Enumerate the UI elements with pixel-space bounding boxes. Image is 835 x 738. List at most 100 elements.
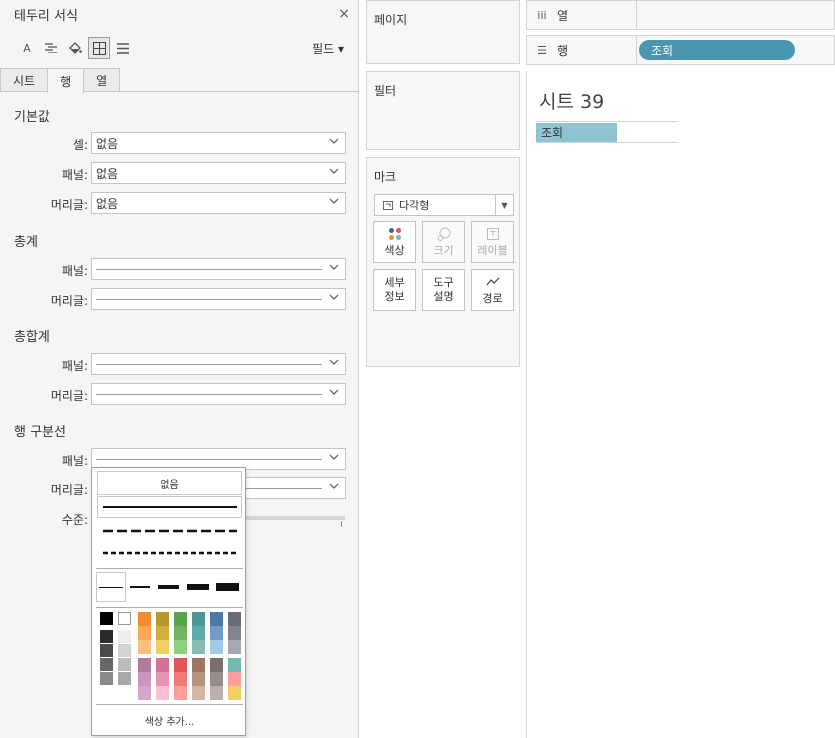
color-swatch-bottom-0-1[interactable] [138, 672, 151, 686]
dotted-line-sample [102, 551, 237, 555]
font-format-button[interactable]: A [16, 37, 38, 59]
size-button[interactable]: 크기 [422, 221, 465, 263]
detail-button[interactable]: 세부 정보 [373, 269, 416, 311]
color-swatch-bottom-0-0[interactable] [138, 658, 151, 672]
color-swatch-bottom-0-2[interactable] [138, 686, 151, 700]
color-swatch-gray-3[interactable] [100, 658, 113, 671]
color-swatch-top-4-2[interactable] [210, 640, 223, 654]
totals-pane-select[interactable] [91, 258, 346, 280]
color-swatch-top-0-2[interactable] [138, 640, 151, 654]
color-swatch-bottom-5-1[interactable] [228, 672, 241, 686]
default-header-select[interactable]: 없음 [91, 192, 346, 214]
color-swatch-bottom-1-2[interactable] [156, 686, 169, 700]
path-button[interactable]: 경로 [471, 269, 514, 311]
color-swatch-bottom-2-1[interactable] [174, 672, 187, 686]
columns-shelf[interactable]: iii 열 [526, 0, 835, 30]
line-weight-3[interactable] [158, 585, 179, 589]
color-swatch-top-4-1[interactable] [210, 626, 223, 640]
color-swatch-white-1[interactable] [118, 630, 131, 643]
sheet-canvas[interactable]: 시트 39 조회 [526, 71, 835, 738]
color-swatch-gray-4[interactable] [100, 672, 113, 685]
color-swatch-gray-1[interactable] [100, 630, 113, 643]
tooltip-button[interactable]: 도구 설명 [422, 269, 465, 311]
color-swatch-bottom-5-0[interactable] [228, 658, 241, 672]
grand-totals-pane-select[interactable] [91, 353, 346, 375]
color-swatch-top-2-1[interactable] [174, 626, 187, 640]
marks-title: 마크 [374, 170, 397, 184]
color-swatch-white-3[interactable] [118, 658, 131, 671]
tooltip-button-label-2: 설명 [433, 290, 454, 303]
color-swatch-top-0-0[interactable] [138, 612, 151, 626]
color-swatch-bottom-1-0[interactable] [156, 658, 169, 672]
divider-level-slider[interactable] [245, 516, 345, 520]
chevron-down-icon [329, 454, 339, 460]
line-weight-1[interactable] [96, 572, 126, 602]
color-swatch-gray-2[interactable] [100, 644, 113, 657]
color-swatch-bottom-4-1[interactable] [210, 672, 223, 686]
alignment-format-button[interactable] [40, 37, 62, 59]
color-swatch-bottom-4-2[interactable] [210, 686, 223, 700]
detail-button-label-2: 정보 [384, 290, 405, 303]
color-swatch-top-3-2[interactable] [192, 640, 205, 654]
color-swatch-top-0-1[interactable] [138, 626, 151, 640]
line-solid-option[interactable] [97, 496, 242, 518]
color-swatch-bottom-1-1[interactable] [156, 672, 169, 686]
color-swatch-bottom-3-2[interactable] [192, 686, 205, 700]
section-row-divider-title: 행 구분선 [14, 425, 66, 440]
view-bar[interactable]: 조회 [536, 123, 617, 142]
lines-icon [117, 42, 129, 54]
color-swatch-white-4[interactable] [118, 672, 131, 685]
line-dotted-option[interactable] [97, 542, 242, 564]
close-icon[interactable]: × [338, 6, 350, 22]
color-swatch-gray-0[interactable] [100, 612, 113, 625]
color-button[interactable]: 색상 [373, 221, 416, 263]
polygon-icon [383, 200, 393, 210]
tab-columns[interactable]: 열 [83, 68, 121, 91]
fields-dropdown[interactable]: 필드 ▾ [312, 40, 344, 57]
color-swatch-white-2[interactable] [118, 644, 131, 657]
color-swatch-top-1-1[interactable] [156, 626, 169, 640]
totals-header-select[interactable] [91, 288, 346, 310]
color-swatch-top-1-2[interactable] [156, 640, 169, 654]
more-colors-button[interactable]: 색상 추가... [92, 713, 247, 728]
shading-format-button[interactable] [64, 37, 86, 59]
color-swatch-bottom-3-1[interactable] [192, 672, 205, 686]
line-none-option[interactable]: 없음 [97, 471, 242, 495]
pages-card[interactable]: 페이지 [366, 0, 520, 64]
view-bar-label: 조회 [541, 126, 564, 140]
color-swatch-white-0[interactable] [118, 612, 131, 625]
color-swatch-top-5-1[interactable] [228, 626, 241, 640]
line-weight-5[interactable] [216, 583, 239, 591]
default-cell-select[interactable]: 없음 [91, 132, 346, 154]
tab-rows[interactable]: 행 [47, 68, 85, 93]
color-swatch-top-5-2[interactable] [228, 640, 241, 654]
color-swatch-top-1-0[interactable] [156, 612, 169, 626]
color-swatch-top-2-2[interactable] [174, 640, 187, 654]
color-swatch-bottom-4-0[interactable] [210, 658, 223, 672]
lines-format-button[interactable] [112, 37, 134, 59]
line-weight-4[interactable] [187, 584, 209, 590]
grand-totals-pane-label: 패널: [61, 359, 88, 373]
color-swatch-bottom-5-2[interactable] [228, 686, 241, 700]
line-dashed-option[interactable] [97, 520, 242, 542]
rows-shelf[interactable]: ☰ 행 조회 [526, 35, 835, 65]
label-button[interactable]: 레이블 [471, 221, 514, 263]
filters-card[interactable]: 필터 [366, 71, 520, 150]
rows-icon: ☰ [537, 43, 547, 57]
mark-type-dropdown[interactable]: 다각형 ▼ [374, 194, 514, 216]
color-swatch-top-4-0[interactable] [210, 612, 223, 626]
tab-sheet[interactable]: 시트 [0, 68, 49, 91]
default-pane-select[interactable]: 없음 [91, 162, 346, 184]
color-swatch-top-3-1[interactable] [192, 626, 205, 640]
color-swatch-top-2-0[interactable] [174, 612, 187, 626]
color-swatch-top-5-0[interactable] [228, 612, 241, 626]
color-swatch-bottom-2-0[interactable] [174, 658, 187, 672]
paint-bucket-icon [69, 42, 82, 54]
borders-format-button[interactable] [88, 37, 110, 59]
line-weight-2[interactable] [130, 586, 150, 588]
rows-field-pill[interactable]: 조회 [639, 40, 795, 60]
color-swatch-top-3-0[interactable] [192, 612, 205, 626]
color-swatch-bottom-3-0[interactable] [192, 658, 205, 672]
color-swatch-bottom-2-2[interactable] [174, 686, 187, 700]
grand-totals-header-select[interactable] [91, 383, 346, 405]
